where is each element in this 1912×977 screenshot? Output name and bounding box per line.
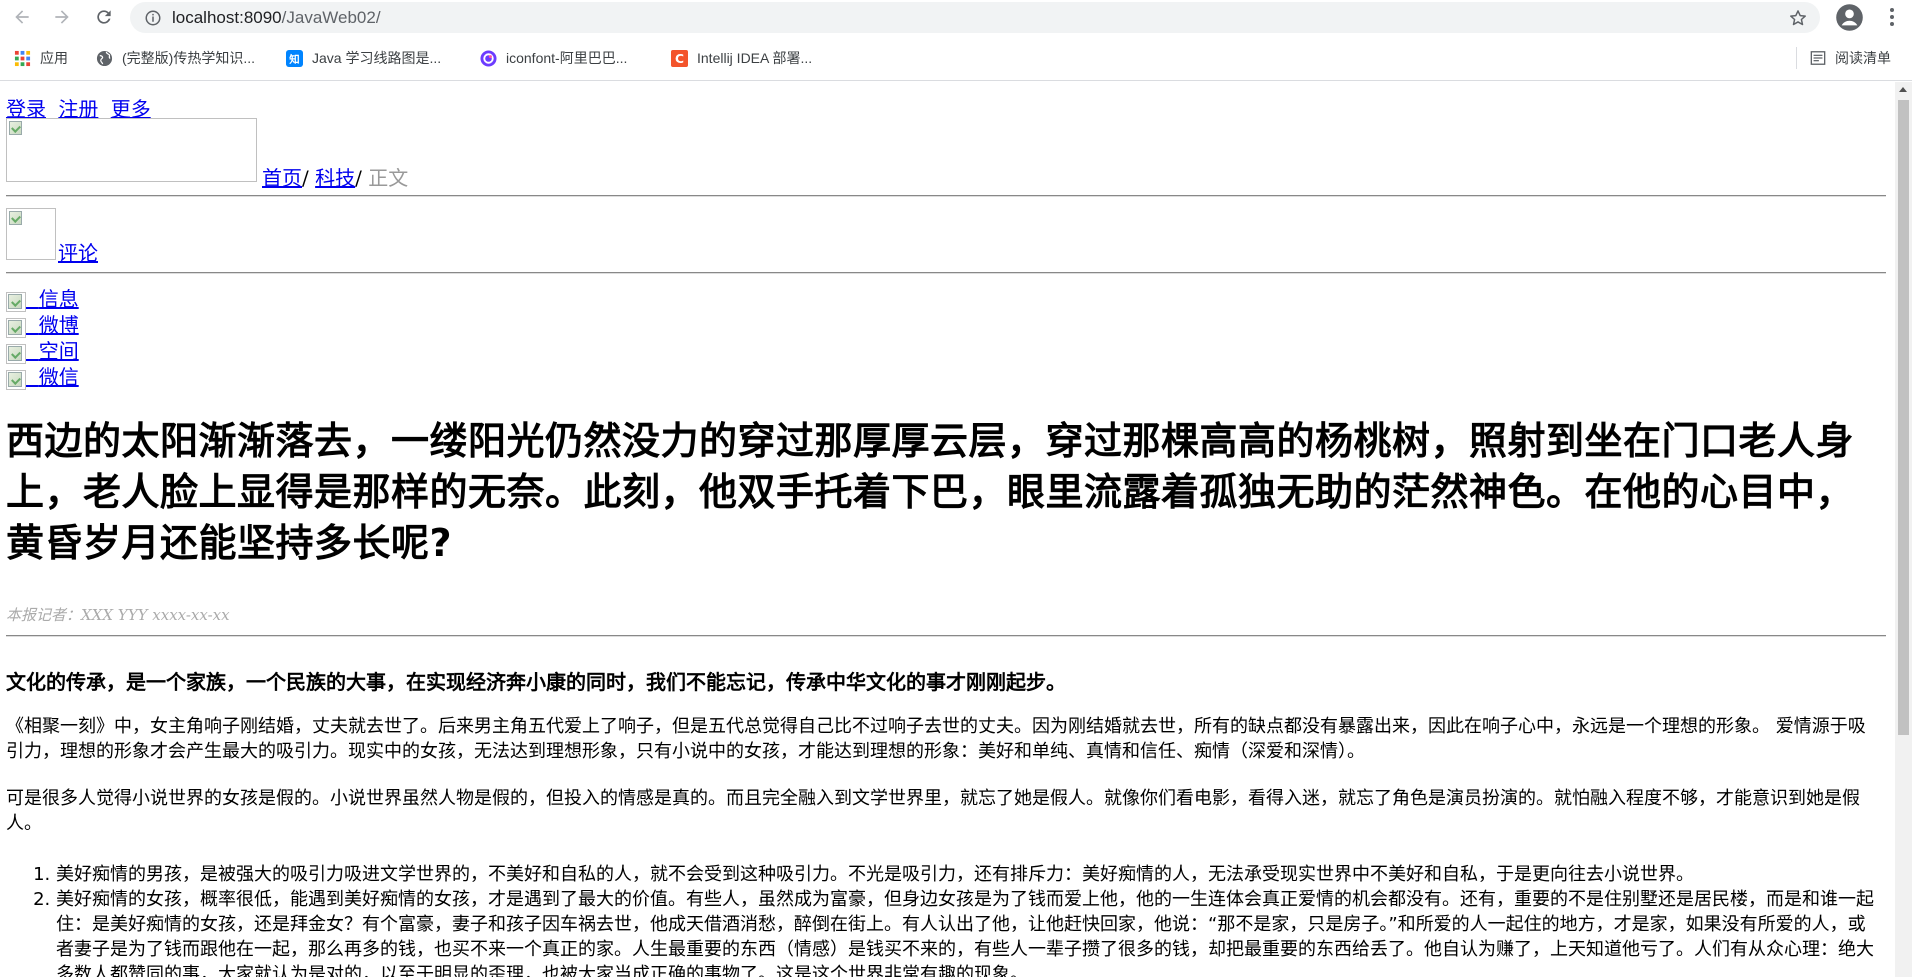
account-icon[interactable] (1835, 3, 1864, 32)
share-label: 信息 (38, 287, 79, 311)
share-message-link[interactable]: 信息 (6, 286, 79, 312)
share-broken-image (6, 344, 26, 364)
iconfont-icon (480, 49, 497, 67)
divider (6, 635, 1886, 637)
share-broken-image (6, 292, 26, 312)
globe-icon (96, 50, 113, 67)
article-paragraph: 可是很多人觉得小说世界的女孩是假的。小说世界虽然人物是假的，但投入的情感是真的。… (6, 788, 1860, 834)
reading-list-label: 阅读清单 (1835, 50, 1891, 66)
browser-toolbar: localhost:8090/JavaWeb02/ (0, 0, 1912, 35)
url-path: /JavaWeb02/ (281, 7, 381, 27)
url-text: localhost:8090/JavaWeb02/ (172, 8, 381, 28)
back-button[interactable] (8, 3, 36, 31)
divider (6, 272, 1886, 274)
share-wechat-link[interactable]: 微信 (6, 364, 79, 390)
bookmark-item[interactable]: C Intellij IDEA 部署... (671, 47, 812, 69)
svg-text:知: 知 (288, 52, 299, 65)
info-icon[interactable] (144, 9, 162, 27)
comment-row (6, 208, 56, 260)
browser-chrome: localhost:8090/JavaWeb02/ 应用 (完整版)传热学知识.… (0, 0, 1912, 81)
address-bar[interactable]: localhost:8090/JavaWeb02/ (130, 2, 1820, 33)
scroll-up-arrow-icon[interactable] (1899, 87, 1907, 92)
share-weibo-link[interactable]: 微博 (6, 312, 79, 338)
bookmark-apps[interactable]: 应用 (14, 47, 68, 69)
reading-list-button[interactable]: 阅读清单 (1796, 47, 1891, 69)
svg-text:C: C (675, 52, 684, 66)
url-host: localhost:8090 (172, 7, 282, 27)
bookmark-item[interactable]: iconfont-阿里巴巴... (480, 47, 627, 69)
bookmark-item[interactable]: (完整版)传热学知识... (96, 47, 255, 69)
share-broken-image (6, 370, 26, 390)
list-item: 美好痴情的女孩，概率很低，能遇到美好痴情的女孩，才是遇到了最大的价值。有些人，虽… (56, 887, 1881, 977)
bookmarks-bar: 应用 (完整版)传热学知识... 知 Java 学习线路图是... iconfo… (0, 35, 1912, 80)
zhihu-icon: 知 (286, 49, 303, 67)
bookmark-label: (完整版)传热学知识... (122, 50, 255, 66)
comment-broken-image (6, 208, 56, 260)
article-list: 美好痴情的男孩，是被强大的吸引力吸进文学世界的，不美好和自私的人，就不会受到这种… (6, 862, 1881, 977)
arrow-left-icon (15, 10, 29, 24)
bookmark-label: iconfont-阿里巴巴... (506, 50, 628, 66)
article-byline: 本报记者：XXX YYY xxxx-xx-xx (6, 606, 230, 624)
article-lead: 文化的传承，是一个家族，一个民族的大事，在实现经济奔小康的同时，我们不能忘记，传… (6, 670, 1066, 694)
divider (6, 195, 1886, 197)
breadcrumb-category[interactable]: 科技 (315, 166, 355, 190)
comment-link[interactable]: 评论 (58, 237, 98, 266)
bookmark-label: Intellij IDEA 部署... (697, 50, 813, 66)
bookmark-label: Java 学习线路图是... (312, 50, 442, 66)
reading-list-icon (1809, 50, 1826, 67)
breadcrumb: 首页/ 科技/ 正文 (262, 162, 408, 191)
share-label: 微博 (38, 313, 79, 337)
scrollbar-thumb[interactable] (1898, 100, 1909, 735)
breadcrumb-current: 正文 (368, 166, 409, 190)
apps-grid-icon (14, 50, 31, 67)
logo-broken-image (6, 118, 257, 182)
csdn-icon: C (671, 49, 688, 67)
article-headline: 西边的太阳渐渐落去，一缕阳光仍然没力的穿过那厚厚云层，穿过那棵高高的杨桃树，照射… (6, 419, 1855, 565)
share-label: 微信 (38, 365, 79, 389)
breadcrumb-separator: / (355, 166, 362, 190)
reload-button[interactable] (90, 3, 118, 31)
bookmark-item[interactable]: 知 Java 学习线路图是... (286, 47, 441, 69)
share-qzone-link[interactable]: 空间 (6, 338, 79, 364)
share-broken-image (6, 318, 26, 338)
reload-icon (97, 10, 111, 24)
breadcrumb-separator: / (302, 166, 309, 190)
share-list: 信息 微博 空间 微信 (6, 286, 79, 390)
breadcrumb-home[interactable]: 首页 (262, 166, 302, 190)
vertical-scrollbar[interactable] (1895, 82, 1912, 977)
forward-button[interactable] (48, 3, 76, 31)
share-label: 空间 (38, 339, 79, 363)
arrow-right-icon (55, 10, 69, 24)
star-icon[interactable] (1788, 8, 1808, 28)
article-paragraph: 《相聚一刻》中，女主角响子刚结婚，丈夫就去世了。后来男主角五代爱上了响子，但是五… (6, 716, 1866, 762)
logo-row (6, 118, 257, 182)
more-vert-icon[interactable] (1880, 5, 1904, 29)
bookmark-label: 应用 (40, 50, 68, 66)
list-item: 美好痴情的男孩，是被强大的吸引力吸进文学世界的，不美好和自私的人，就不会受到这种… (56, 862, 1881, 887)
